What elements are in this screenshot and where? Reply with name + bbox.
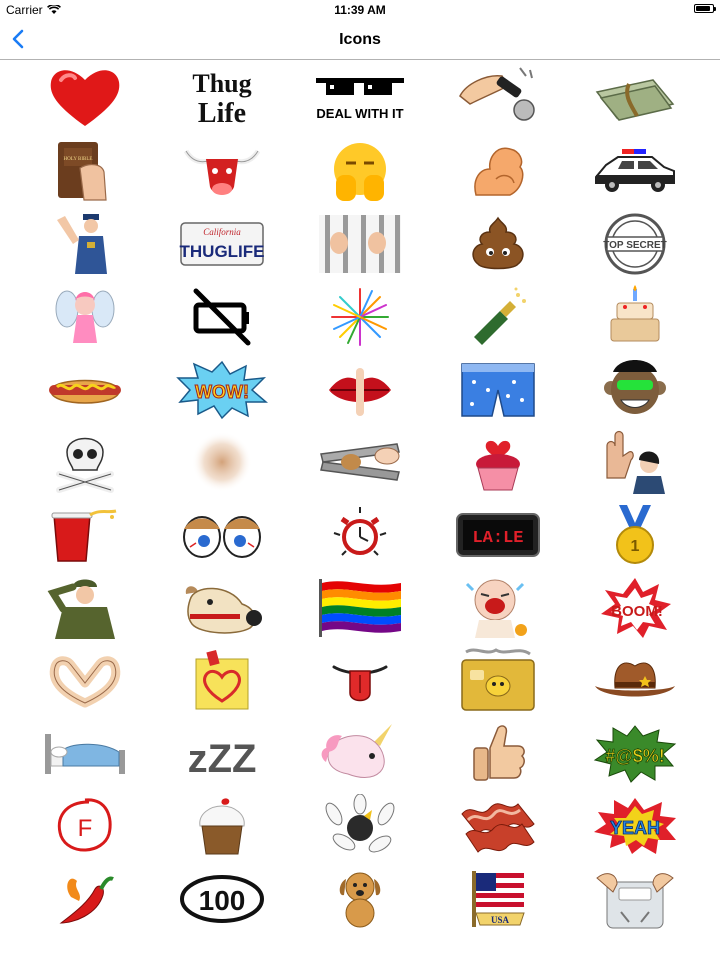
cowboy-hat-icon[interactable] — [566, 644, 704, 717]
mic-drop-icon[interactable] — [429, 62, 567, 135]
wow-burst-icon[interactable]: WOW! — [154, 353, 292, 426]
status-bar: Carrier 11:39 AM — [0, 0, 720, 20]
saluting-soldier-icon[interactable] — [16, 572, 154, 645]
puppy-icon[interactable] — [291, 863, 429, 936]
crying-baby-icon[interactable] — [429, 572, 567, 645]
money-roll-icon[interactable] — [566, 62, 704, 135]
navigation-bar: Icons — [0, 20, 720, 60]
red-cup-icon[interactable] — [16, 499, 154, 572]
fireworks-icon[interactable] — [291, 280, 429, 353]
gold-medal-icon[interactable]: 1 — [566, 499, 704, 572]
hundred-icon[interactable]: 100 — [154, 863, 292, 936]
fairy-icon[interactable] — [16, 280, 154, 353]
shush-lips-icon[interactable] — [291, 353, 429, 426]
tongue-out-icon[interactable] — [291, 644, 429, 717]
grade-text: F — [77, 815, 92, 842]
alarm-clock-icon[interactable] — [291, 499, 429, 572]
bible-label: HOLY BIBLE — [63, 157, 92, 162]
usa-text: USA — [491, 915, 510, 925]
jail-bars-icon[interactable] — [291, 208, 429, 281]
monkey-icon[interactable] — [566, 353, 704, 426]
medal-number: 1 — [631, 538, 640, 555]
hand-on-bible-icon[interactable]: HOLY BIBLE — [16, 135, 154, 208]
rainbow-flag-icon[interactable] — [291, 572, 429, 645]
cupcake-heart-icon[interactable] — [429, 426, 567, 499]
bed-icon[interactable] — [16, 717, 154, 790]
heart-note-icon[interactable] — [154, 644, 292, 717]
bull-head-icon[interactable] — [154, 135, 292, 208]
hundred-text: 100 — [199, 885, 246, 916]
boom-text: BOOM! — [611, 603, 663, 620]
bowling-strike-icon[interactable] — [291, 790, 429, 863]
empty-battery-icon[interactable] — [154, 280, 292, 353]
clock-display: LA:LE — [472, 529, 523, 548]
blurred-icon[interactable] — [154, 426, 292, 499]
boom-burst-icon[interactable]: BOOM! — [566, 572, 704, 645]
thuglife-license-plate-icon[interactable]: California THUGLIFE — [154, 208, 292, 281]
life-text: Life — [198, 98, 246, 129]
usa-flag-icon[interactable]: USA — [429, 863, 567, 936]
wow-text: WOW! — [195, 382, 249, 402]
nutcracker-icon[interactable] — [291, 426, 429, 499]
bacon-icon[interactable] — [429, 790, 567, 863]
digital-clock-icon[interactable]: LA:LE — [429, 499, 567, 572]
police-officer-icon[interactable] — [16, 208, 154, 281]
poop-icon[interactable] — [429, 208, 567, 281]
thumbs-up-icon[interactable] — [429, 717, 567, 790]
top-secret-text: TOP SECRET — [603, 240, 667, 251]
deal-with-it-text: DEAL WITH IT — [316, 106, 403, 121]
curse-text: #@$%! — [605, 746, 665, 766]
heart-icon[interactable] — [16, 62, 154, 135]
cupcake-icon[interactable] — [154, 790, 292, 863]
icon-grid: Thug Life DEAL WITH IT HOLY BIBLE Califor… — [16, 62, 704, 936]
bulldog-icon[interactable] — [154, 572, 292, 645]
thug-life-icon[interactable]: Thug Life — [154, 62, 292, 135]
boxer-shorts-icon[interactable] — [429, 353, 567, 426]
yeah-burst-icon[interactable]: YEAH — [566, 790, 704, 863]
f-grade-icon[interactable]: F — [16, 790, 154, 863]
heart-hands-icon[interactable] — [16, 644, 154, 717]
talk-to-hand-icon[interactable] — [566, 426, 704, 499]
yeah-text: YEAH — [610, 818, 660, 838]
police-car-icon[interactable] — [566, 135, 704, 208]
unicorn-icon[interactable] — [291, 717, 429, 790]
thug-text: Thug — [193, 69, 252, 98]
tired-eyes-icon[interactable] — [154, 499, 292, 572]
deal-with-it-icon[interactable]: DEAL WITH IT — [291, 62, 429, 135]
battery-level — [696, 6, 711, 11]
plate-text: THUGLIFE — [180, 242, 265, 261]
top-secret-stamp-icon[interactable]: TOP SECRET — [566, 208, 704, 281]
chili-pepper-icon[interactable] — [16, 863, 154, 936]
zzz-text: zZZ — [188, 737, 257, 781]
status-time: 11:39 AM — [334, 3, 386, 17]
credit-card-icon[interactable] — [429, 644, 567, 717]
birthday-cake-icon[interactable] — [566, 280, 704, 353]
hot-dog-icon[interactable] — [16, 353, 154, 426]
scale-icon[interactable] — [566, 863, 704, 936]
skull-crossbones-icon[interactable] — [16, 426, 154, 499]
page-title: Icons — [339, 31, 381, 48]
flexed-bicep-icon[interactable] — [429, 135, 567, 208]
hiding-emoji-icon[interactable] — [291, 135, 429, 208]
battery-icon — [694, 4, 716, 13]
champagne-icon[interactable] — [429, 280, 567, 353]
plate-state: California — [204, 227, 242, 237]
curse-burst-icon[interactable]: #@$%! — [566, 717, 704, 790]
zzz-sleep-icon[interactable]: zZZ — [154, 717, 292, 790]
